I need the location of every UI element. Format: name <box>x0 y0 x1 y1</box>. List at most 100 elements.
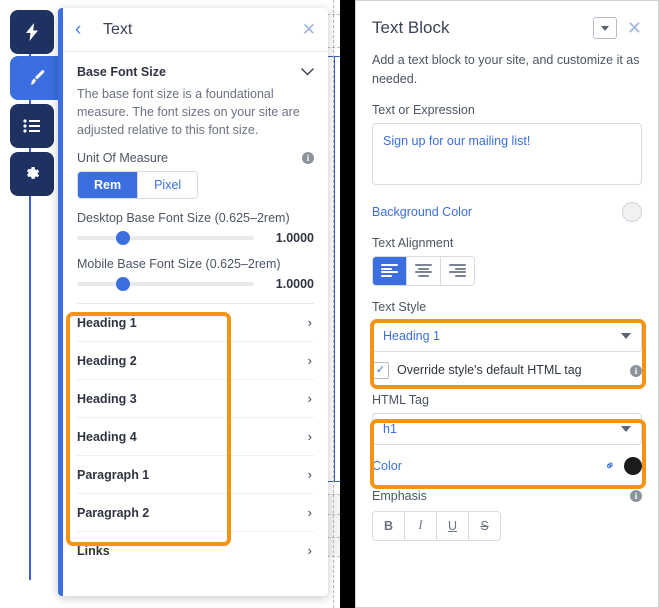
screenshot-root: ‹ Text ✕ Base Font Size The base font si… <box>0 0 659 608</box>
color-label[interactable]: Color <box>372 459 402 473</box>
unit-of-measure-row: Unit Of Measure i <box>77 151 314 171</box>
panel-title: Text <box>103 20 133 38</box>
panel-body: Add a text block to your site, and custo… <box>356 39 658 541</box>
chevron-right-icon: › <box>307 467 312 483</box>
text-alignment-label: Text Alignment <box>372 235 454 250</box>
info-icon[interactable]: i <box>630 364 642 377</box>
text-style-list: Heading 1 › Heading 2 › Heading 3 › Head… <box>77 303 314 569</box>
list-item[interactable]: Links › <box>77 532 314 569</box>
text-style-value: Heading 1 <box>383 328 440 343</box>
panel-body: Base Font Size The base font size is a f… <box>63 52 328 596</box>
base-font-size-section-header[interactable]: Base Font Size <box>77 64 314 79</box>
text-style-select[interactable]: Heading 1 <box>372 319 642 352</box>
emphasis-label: Emphasis <box>372 488 427 503</box>
editor-sidebar <box>0 0 66 608</box>
color-swatch[interactable] <box>624 456 642 475</box>
slider-thumb[interactable] <box>115 231 130 246</box>
list-item[interactable]: Heading 3 › <box>77 380 314 419</box>
canvas-guide-vertical <box>333 0 334 608</box>
text-or-expression-input[interactable] <box>372 122 642 185</box>
list-item-label: Heading 3 <box>77 391 137 406</box>
slider-thumb[interactable] <box>115 277 130 292</box>
italic-button[interactable]: I <box>404 511 436 540</box>
panel-header: Text Block ✕ <box>356 1 658 39</box>
list-item[interactable]: Paragraph 2 › <box>77 494 314 533</box>
bold-button[interactable]: B <box>373 511 404 540</box>
slider-track[interactable] <box>77 231 254 246</box>
html-tag-value: h1 <box>383 421 397 436</box>
info-icon[interactable]: i <box>302 152 314 165</box>
panel-menu-button[interactable] <box>592 17 617 39</box>
underline-button[interactable]: U <box>436 511 468 540</box>
paintbrush-icon <box>29 69 47 87</box>
emphasis-row: Emphasis i <box>372 489 642 503</box>
override-html-tag-row[interactable]: ✓ Override style's default HTML tag i <box>372 361 642 379</box>
html-tag-label: HTML Tag <box>372 392 429 407</box>
sidebar-item-gear[interactable] <box>10 152 54 196</box>
mobile-base-font-size-slider[interactable]: 1.0000 <box>77 277 314 292</box>
list-item-label: Paragraph 1 <box>77 467 150 482</box>
text-style-label: Text Style <box>372 299 427 314</box>
chevron-down-icon[interactable] <box>301 64 314 79</box>
desktop-base-font-size-label: Desktop Base Font Size (0.625–2rem) <box>77 211 290 226</box>
list-item[interactable]: Heading 4 › <box>77 418 314 457</box>
strikethrough-button[interactable]: S <box>468 511 500 540</box>
section-title: Base Font Size <box>77 64 166 79</box>
chevron-right-icon: › <box>307 391 312 407</box>
chevron-right-icon: › <box>307 353 312 369</box>
close-icon[interactable]: ✕ <box>302 21 316 38</box>
list-item-label: Links <box>77 543 110 558</box>
chevron-down-icon <box>621 332 631 339</box>
list-item-label: Heading 2 <box>77 353 137 368</box>
align-right-icon[interactable] <box>440 256 474 285</box>
mobile-base-font-size-value: 1.0000 <box>275 277 314 292</box>
background-color-row: Background Color <box>372 201 642 222</box>
emphasis-group[interactable]: B I U S <box>372 510 501 541</box>
text-block-panel: Text Block ✕ Add a text block to your si… <box>355 0 659 608</box>
panel-title: Text Block <box>372 18 450 37</box>
list-item-label: Heading 1 <box>77 315 137 330</box>
unit-of-measure-label: Unit Of Measure <box>77 151 169 166</box>
unit-option-rem[interactable]: Rem <box>78 172 138 199</box>
back-chevron-icon[interactable]: ‹ <box>75 20 97 39</box>
background-color-label[interactable]: Background Color <box>372 205 472 219</box>
text-or-expression-label: Text or Expression <box>372 102 475 117</box>
override-html-tag-checkbox[interactable]: ✓ <box>372 361 389 379</box>
section-description: The base font size is a foundational mea… <box>77 87 300 138</box>
list-item[interactable]: Paragraph 1 › <box>77 456 314 495</box>
chevron-right-icon: › <box>307 505 312 521</box>
list-icon <box>23 119 41 133</box>
unit-option-pixel[interactable]: Pixel <box>137 172 198 199</box>
chevron-right-icon: › <box>307 429 312 445</box>
list-item-label: Heading 4 <box>77 429 137 444</box>
color-row: Color ⚭ <box>372 456 642 475</box>
desktop-base-font-size-value: 1.0000 <box>275 231 314 246</box>
background-color-swatch[interactable] <box>622 201 642 222</box>
mobile-base-font-size-label: Mobile Base Font Size (0.625–2rem) <box>77 257 281 272</box>
sidebar-item-lightning-bolt[interactable] <box>10 10 54 54</box>
close-icon[interactable]: ✕ <box>627 19 642 37</box>
list-item-label: Paragraph 2 <box>77 505 150 520</box>
lightning-bolt-icon <box>24 23 40 41</box>
html-tag-select[interactable]: h1 <box>372 412 642 445</box>
link-icon[interactable]: ⚭ <box>601 456 620 475</box>
unit-of-measure-toggle[interactable]: Rem Pixel <box>77 171 199 200</box>
override-html-tag-label: Override style's default HTML tag <box>397 363 582 377</box>
chevron-down-icon <box>621 425 631 432</box>
info-icon[interactable]: i <box>630 490 642 502</box>
desktop-base-font-size-slider[interactable]: 1.0000 <box>77 231 314 246</box>
sidebar-item-list[interactable] <box>10 104 54 148</box>
left-editor-region: ‹ Text ✕ Base Font Size The base font si… <box>0 0 340 608</box>
panel-description: Add a text block to your site, and custo… <box>372 53 640 86</box>
text-alignment-group[interactable] <box>372 255 475 286</box>
gear-icon <box>23 165 41 183</box>
list-item[interactable]: Heading 1 › <box>77 304 314 343</box>
panel-header: ‹ Text ✕ <box>63 8 328 52</box>
chevron-down-icon <box>600 25 609 31</box>
chevron-right-icon: › <box>307 543 312 559</box>
text-settings-panel: ‹ Text ✕ Base Font Size The base font si… <box>58 8 328 596</box>
slider-track[interactable] <box>77 277 254 292</box>
align-center-icon[interactable] <box>406 256 440 285</box>
align-left-icon[interactable] <box>373 256 406 285</box>
list-item[interactable]: Heading 2 › <box>77 342 314 381</box>
